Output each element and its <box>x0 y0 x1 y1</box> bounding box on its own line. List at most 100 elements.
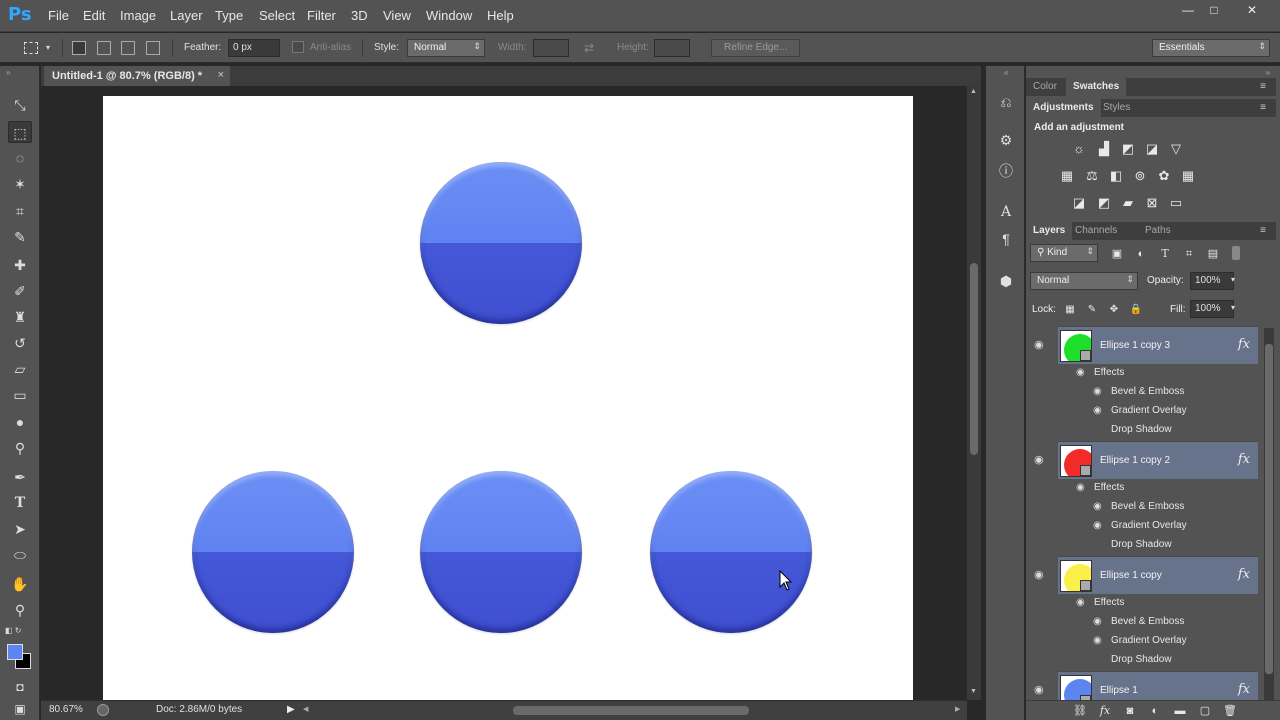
layer-row[interactable]: Ellipse 1 copy 3 fx <box>1058 326 1258 364</box>
lock-transparent-icon[interactable]: ▦ <box>1061 302 1079 318</box>
refine-edge-button[interactable]: Refine Edge... <box>711 39 801 57</box>
feather-input[interactable]: 0 px <box>228 39 280 57</box>
history-brush-icon[interactable]: ↺ <box>8 332 32 354</box>
effect-eye-icon[interactable]: ◉ <box>1093 405 1102 416</box>
horizontal-scroll-thumb[interactable] <box>513 706 749 715</box>
screen-mode-icon[interactable]: ▣ <box>8 698 32 720</box>
vertical-scroll-thumb[interactable] <box>970 263 978 455</box>
fx-icon[interactable]: fx <box>1238 682 1250 697</box>
hand-tool-icon[interactable]: ✋ <box>8 573 32 595</box>
brush-tool-icon[interactable]: ✐ <box>8 280 32 302</box>
tab-channels[interactable]: Channels <box>1068 222 1124 240</box>
tab-styles[interactable]: Styles <box>1096 99 1137 117</box>
status-menu-arrow-icon[interactable]: ▶ <box>287 704 295 715</box>
quick-mask-icon[interactable]: ◘ <box>8 676 32 698</box>
marquee-preset-icon[interactable] <box>24 42 38 54</box>
effect-item[interactable]: Drop Shadow <box>1111 424 1172 435</box>
menu-edit[interactable]: Edit <box>83 8 105 23</box>
threshold-icon[interactable]: ▰ <box>1119 195 1137 211</box>
ellipse-bottom-center[interactable] <box>420 471 582 633</box>
visibility-eye-icon[interactable]: ◉ <box>1034 683 1044 696</box>
collapse-icon[interactable]: « <box>1004 68 1008 77</box>
collapse-icon[interactable]: » <box>6 68 10 77</box>
scroll-down-icon[interactable]: ▼ <box>970 688 977 695</box>
new-layer-icon[interactable]: ▢ <box>1196 703 1214 719</box>
effect-eye-icon[interactable]: ◉ <box>1093 635 1102 646</box>
vibrance-icon[interactable]: ▽ <box>1167 141 1185 157</box>
workspace-select[interactable]: Essentials <box>1152 39 1270 57</box>
effect-item[interactable]: Gradient Overlay <box>1111 405 1187 416</box>
effects-label[interactable]: Effects <box>1094 367 1124 378</box>
layer-row[interactable]: Ellipse 1 fx <box>1058 671 1258 702</box>
clone-stamp-icon[interactable]: ♜ <box>8 306 32 328</box>
close-window-button[interactable]: ✕ <box>1238 2 1266 18</box>
effect-eye-icon[interactable]: ◉ <box>1093 386 1102 397</box>
photo-filter-icon[interactable]: ⊚ <box>1131 168 1149 184</box>
menu-type[interactable]: Type <box>215 8 243 23</box>
zoom-tool-icon[interactable]: ⚲ <box>8 599 32 621</box>
tab-adjustments[interactable]: Adjustments <box>1026 99 1101 117</box>
vertical-scrollbar[interactable]: ▲ ▼ <box>967 86 981 700</box>
tab-color[interactable]: Color <box>1026 78 1064 96</box>
brightness-icon[interactable]: ☼ <box>1070 141 1088 157</box>
healing-brush-icon[interactable]: ✚ <box>8 254 32 276</box>
new-group-icon[interactable]: ▬ <box>1171 703 1189 719</box>
height-input[interactable] <box>654 39 690 57</box>
paragraph-panel-icon[interactable]: ¶ <box>996 229 1016 249</box>
delete-layer-icon[interactable]: 🗑 <box>1221 703 1239 719</box>
menu-help[interactable]: Help <box>487 8 514 23</box>
visibility-eye-icon[interactable]: ◉ <box>1034 453 1044 466</box>
layers-scrollbar[interactable] <box>1264 328 1274 700</box>
ellipse-bottom-left[interactable] <box>192 471 354 633</box>
ellipse-bottom-right[interactable] <box>650 471 812 633</box>
history-panel-icon[interactable]: ⎌ <box>996 92 1016 112</box>
effect-eye-icon[interactable]: ◉ <box>1093 616 1102 627</box>
maximize-button[interactable]: □ <box>1200 2 1228 18</box>
info-panel-icon[interactable]: ⓘ <box>996 161 1016 181</box>
invert-icon[interactable]: ◪ <box>1070 195 1088 211</box>
menu-3d[interactable]: 3D <box>351 8 368 23</box>
levels-icon[interactable]: ▟ <box>1095 141 1113 157</box>
filter-adjustment-icon[interactable]: ◐ <box>1132 246 1150 262</box>
panel-menu-icon[interactable]: ≡ <box>1260 102 1266 113</box>
effect-item[interactable]: Bevel & Emboss <box>1111 616 1184 627</box>
eyedropper-icon[interactable]: ✎ <box>8 226 32 248</box>
menu-view[interactable]: View <box>383 8 411 23</box>
fx-icon[interactable]: fx <box>1238 337 1250 352</box>
swap-icon[interactable]: ⇄ <box>584 41 594 55</box>
status-export-icon[interactable] <box>97 704 109 716</box>
dodge-tool-icon[interactable]: ⚲ <box>8 437 32 459</box>
fill-dropdown-icon[interactable]: ▾ <box>1231 303 1235 312</box>
effect-item[interactable]: Bevel & Emboss <box>1111 501 1184 512</box>
lock-pixels-icon[interactable]: ✎ <box>1083 302 1101 318</box>
intersect-selection-icon[interactable] <box>146 41 160 55</box>
3d-panel-icon[interactable]: ⬢ <box>996 271 1016 291</box>
channel-mixer-icon[interactable]: ✿ <box>1155 168 1173 184</box>
effect-eye-icon[interactable]: ◉ <box>1093 501 1102 512</box>
blur-tool-icon[interactable]: ● <box>8 411 32 433</box>
filter-smart-object-icon[interactable]: ▤ <box>1204 246 1222 262</box>
panel-menu-icon[interactable]: ≡ <box>1260 81 1266 92</box>
add-style-icon[interactable]: fx <box>1096 703 1114 719</box>
menu-file[interactable]: File <box>48 8 69 23</box>
antialias-checkbox[interactable] <box>292 41 304 53</box>
ellipse-top[interactable] <box>420 162 582 324</box>
posterize-icon[interactable]: ◩ <box>1095 195 1113 211</box>
menu-filter[interactable]: Filter <box>307 8 336 23</box>
crop-tool-icon[interactable]: ⌗ <box>8 200 32 222</box>
new-adjustment-icon[interactable]: ◐ <box>1146 703 1164 719</box>
collapse-panels-icon[interactable]: » <box>1266 68 1270 77</box>
type-tool-icon[interactable]: T <box>8 492 32 514</box>
default-colors-icon[interactable]: ◧ ↻ <box>5 626 21 635</box>
fx-icon[interactable]: fx <box>1238 567 1250 582</box>
opacity-input[interactable]: 100% <box>1190 272 1234 290</box>
document-tab[interactable]: Untitled-1 @ 80.7% (RGB/8) * × <box>44 66 230 86</box>
path-selection-icon[interactable]: ➤ <box>8 518 32 540</box>
add-selection-icon[interactable] <box>97 41 111 55</box>
filter-kind-select[interactable]: ⚲ Kind <box>1030 244 1098 262</box>
zoom-readout[interactable]: 80.67% <box>49 704 83 715</box>
tab-layers[interactable]: Layers <box>1026 222 1073 240</box>
scroll-right-icon[interactable]: ▶ <box>955 705 960 713</box>
character-panel-icon[interactable]: A <box>996 202 1016 222</box>
effect-item[interactable]: Gradient Overlay <box>1111 635 1187 646</box>
